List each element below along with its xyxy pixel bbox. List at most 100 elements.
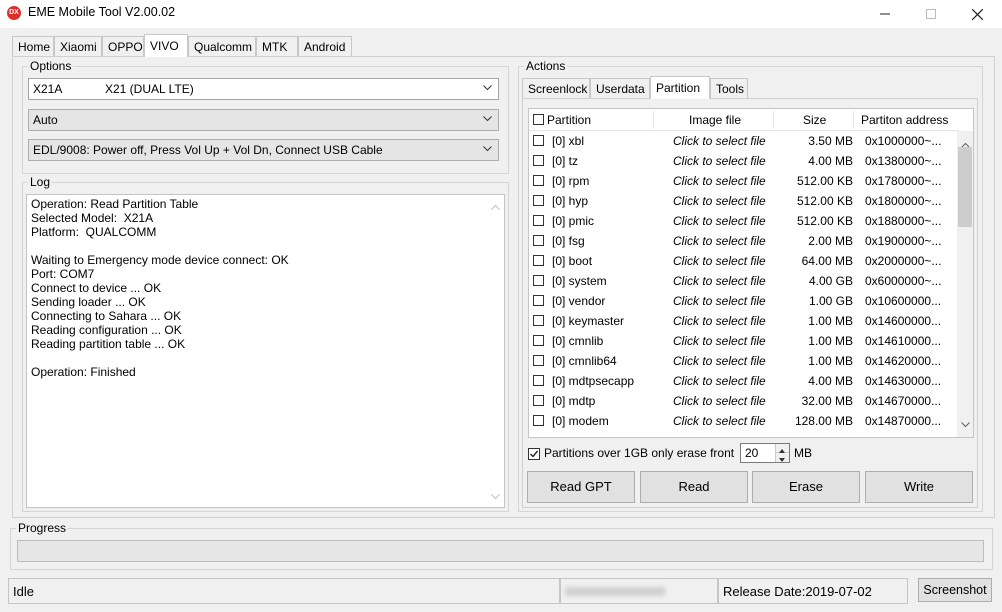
table-row[interactable]: [0] xbl Click to select file 3.50 MB 0x1000… — [529, 131, 959, 151]
table-row[interactable]: [0] fsg Click to select file 2.00 MB 0x1900… — [529, 231, 959, 251]
tab-tools[interactable]: Tools — [710, 78, 748, 98]
image-file-cell[interactable]: Click to select file — [673, 391, 766, 411]
address-cell: 0x1800000~... — [865, 194, 942, 208]
image-file-cell[interactable]: Click to select file — [673, 231, 766, 251]
table-row[interactable]: [0] mdtpsecapp Click to select file 4.00 M… — [529, 371, 959, 391]
image-file-cell[interactable]: Click to select file — [673, 291, 766, 311]
tab-userdata[interactable]: Userdata — [590, 78, 650, 98]
image-file-cell[interactable]: Click to select file — [673, 371, 766, 391]
tab-oppo[interactable]: OPPO — [102, 36, 144, 56]
row-checkbox[interactable] — [533, 295, 544, 306]
table-row[interactable]: [0] rpm Click to select file 512.00 KB 0x17… — [529, 171, 959, 191]
image-file-cell[interactable]: Click to select file — [673, 311, 766, 331]
row-checkbox[interactable] — [533, 355, 544, 366]
erase-button[interactable]: Erase — [752, 471, 860, 503]
table-row[interactable]: [0] modem Click to select file 128.00 MB 0x… — [529, 411, 959, 431]
log-textarea[interactable]: Operation: Read Partition Table Selected… — [26, 194, 505, 508]
scrollbar-thumb[interactable] — [958, 147, 972, 227]
table-row[interactable]: [0] cmnlib Click to select file 1.00 MB 0x1… — [529, 331, 959, 351]
maximize-button[interactable] — [908, 0, 954, 28]
tab-mtk[interactable]: MTK — [256, 36, 298, 56]
row-checkbox[interactable] — [533, 395, 544, 406]
address-cell: 0x14670000... — [865, 394, 942, 408]
erase-front-checkbox-box[interactable] — [528, 447, 540, 460]
select-all-checkbox[interactable] — [533, 114, 544, 125]
size-cell: 4.00 GB — [808, 274, 853, 288]
image-file-cell[interactable]: Click to select file — [673, 271, 766, 291]
row-checkbox[interactable] — [533, 215, 544, 226]
row-checkbox[interactable] — [533, 375, 544, 386]
image-file-cell[interactable]: Click to select file — [673, 171, 766, 191]
status-user-panel — [560, 578, 718, 604]
table-row[interactable]: [0] boot Click to select file 64.00 MB 0x20… — [529, 251, 959, 271]
row-checkbox[interactable] — [533, 415, 544, 426]
minimize-icon — [880, 13, 890, 15]
chevron-down-icon — [483, 110, 492, 122]
size-cell: 512.00 KB — [796, 214, 853, 228]
log-line: Port: COM7 — [31, 267, 95, 281]
row-checkbox[interactable] — [533, 335, 544, 346]
row-checkbox[interactable] — [533, 135, 544, 146]
address-cell: 0x10600000... — [865, 294, 942, 308]
tab-partition[interactable]: Partition — [650, 76, 710, 99]
scroll-down-icon[interactable] — [491, 489, 500, 503]
row-checkbox[interactable] — [533, 275, 544, 286]
spinner-up-button[interactable] — [775, 444, 789, 453]
table-row[interactable]: [0] pmic Click to select file 512.00 KB 0x1… — [529, 211, 959, 231]
table-row[interactable]: [0] mdtp Click to select file 32.00 MB 0x14… — [529, 391, 959, 411]
image-file-cell[interactable]: Click to select file — [673, 131, 766, 151]
header-size: Size — [803, 113, 827, 127]
table-row[interactable]: [0] vendor Click to select file 1.00 GB 0x1… — [529, 291, 959, 311]
image-file-cell[interactable]: Click to select file — [673, 351, 766, 371]
close-button[interactable] — [954, 0, 1000, 28]
image-file-cell[interactable]: Click to select file — [673, 411, 766, 431]
spinner-down-button[interactable] — [775, 453, 789, 462]
tab-home[interactable]: Home — [12, 36, 54, 56]
image-file-cell[interactable]: Click to select file — [673, 211, 766, 231]
table-header: Partition Image file Size Partiton addre… — [529, 109, 959, 131]
tab-vivo[interactable]: VIVO — [144, 34, 188, 57]
size-cell: 64.00 MB — [801, 254, 853, 268]
tab-xiaomi[interactable]: Xiaomi — [54, 36, 102, 56]
progress-label: Progress — [16, 521, 69, 535]
image-file-cell[interactable]: Click to select file — [673, 151, 766, 171]
partition-name: [0] mdtp — [552, 394, 596, 408]
address-cell: 0x1880000~... — [865, 214, 942, 228]
table-scrollbar[interactable] — [957, 131, 973, 437]
chevron-down-icon — [483, 140, 492, 152]
partition-name: [0] fsg — [552, 234, 585, 248]
tab-android[interactable]: Android — [298, 36, 352, 56]
erase-front-checkbox[interactable] — [528, 446, 540, 460]
row-checkbox[interactable] — [533, 155, 544, 166]
model-code: X21A — [33, 82, 63, 96]
row-checkbox[interactable] — [533, 175, 544, 186]
partition-name: [0] hyp — [552, 194, 589, 208]
row-checkbox[interactable] — [533, 315, 544, 326]
image-file-cell[interactable]: Click to select file — [673, 251, 766, 271]
row-checkbox[interactable] — [533, 255, 544, 266]
model-select[interactable]: X21A X21 (DUAL LTE) — [28, 78, 499, 100]
screenshot-button[interactable]: Screenshot — [918, 578, 992, 602]
row-checkbox[interactable] — [533, 235, 544, 246]
table-row[interactable]: [0] cmnlib64 Click to select file 1.00 MB 0… — [529, 351, 959, 371]
scroll-down-icon[interactable] — [961, 417, 970, 431]
write-button[interactable]: Write — [865, 471, 973, 503]
table-row[interactable]: [0] hyp Click to select file 512.00 KB 0x18… — [529, 191, 959, 211]
image-file-cell[interactable]: Click to select file — [673, 331, 766, 351]
read-button[interactable]: Read — [640, 471, 748, 503]
scroll-up-icon[interactable] — [491, 199, 500, 213]
tab-qualcomm[interactable]: Qualcomm — [188, 36, 256, 56]
table-row[interactable]: [0] tz Click to select file 4.00 MB 0x13800… — [529, 151, 959, 171]
image-file-cell[interactable]: Click to select file — [673, 191, 766, 211]
tab-screenlock[interactable]: Screenlock — [522, 78, 590, 98]
table-row[interactable]: [0] system Click to select file 4.00 GB 0x6… — [529, 271, 959, 291]
mode-select[interactable]: Auto — [28, 109, 499, 131]
erase-front-spinner[interactable]: 20 — [740, 443, 790, 463]
row-checkbox[interactable] — [533, 195, 544, 206]
read-gpt-button[interactable]: Read GPT — [527, 471, 635, 503]
minimize-button[interactable] — [862, 0, 908, 28]
connect-method-select[interactable]: EDL/9008: Power off, Press Vol Up + Vol … — [28, 139, 499, 161]
blurred-username — [565, 587, 665, 596]
table-row[interactable]: [0] keymaster Click to select file 1.00 MB… — [529, 311, 959, 331]
